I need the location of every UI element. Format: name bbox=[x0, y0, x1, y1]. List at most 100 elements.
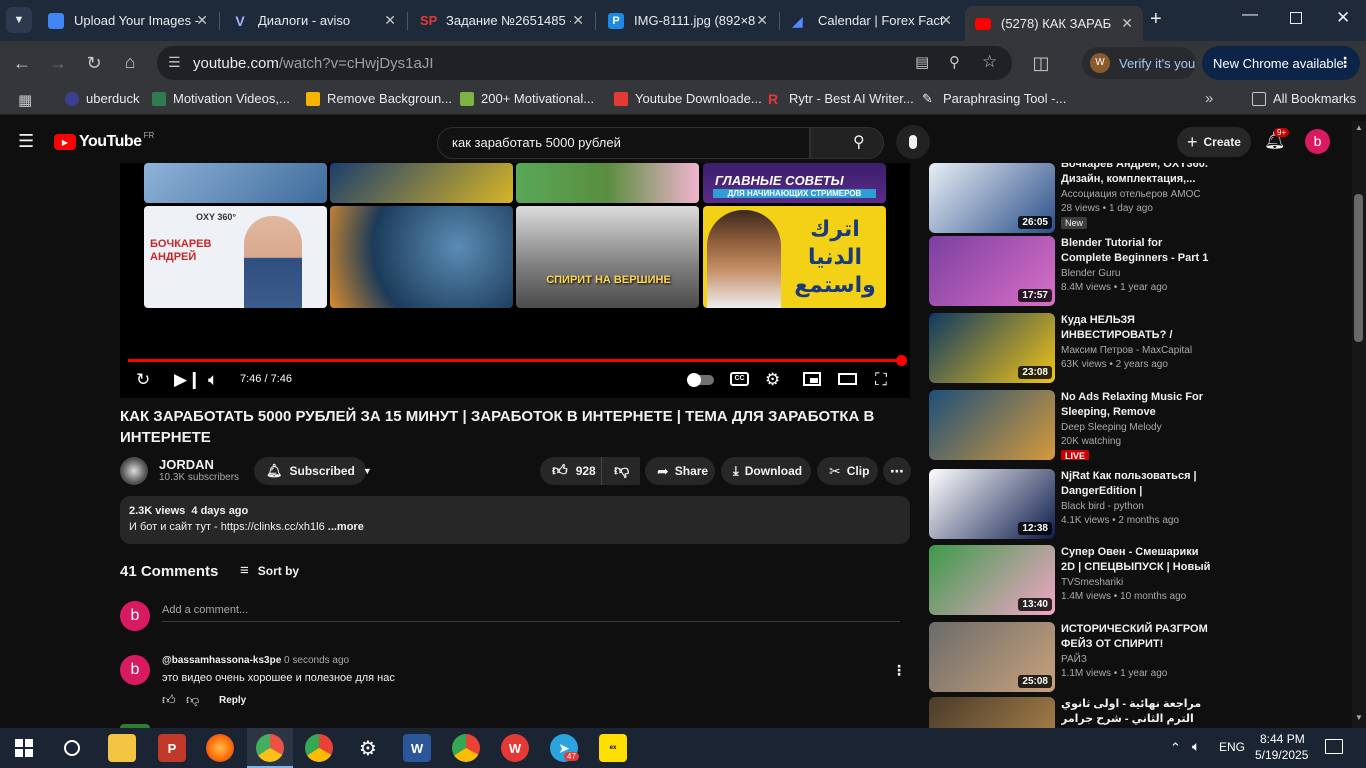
bookmark-remove-background[interactable]: Remove Backgroun... bbox=[306, 91, 452, 106]
chrome-icon[interactable] bbox=[305, 734, 333, 762]
recommended-channel[interactable]: Black bird - python bbox=[1061, 501, 1144, 512]
recommended-channel[interactable]: TVSmeshariki bbox=[1061, 577, 1123, 588]
file-explorer-icon[interactable] bbox=[108, 734, 136, 762]
recommended-video[interactable]: 13:40 Супер Овен - Смешарики 2D | СПЕЦВЫП… bbox=[929, 545, 1219, 615]
close-icon[interactable]: ✕ bbox=[196, 12, 208, 29]
fullscreen-icon[interactable]: ⛶ bbox=[875, 370, 887, 390]
bookmark-motivational[interactable]: 200+ Motivational... bbox=[460, 91, 594, 106]
address-bar[interactable]: ☰ youtube.com/watch?v=cHwjDys1aJI ▤ ⚲ ☆ bbox=[157, 46, 1012, 80]
recommended-video[interactable]: 25:08 ИСТОРИЧЕСКИЙ РАЗГРОМ ФЕЙЗ ОТ СПИРИТ… bbox=[929, 622, 1219, 692]
scrollbar-thumb[interactable] bbox=[1354, 194, 1363, 342]
search-button[interactable] bbox=[810, 127, 884, 159]
endscreen-thumb-spirit[interactable]: СПИРИТ НА ВЕРШИНЕ bbox=[516, 206, 699, 308]
close-icon[interactable]: ✕ bbox=[756, 12, 768, 29]
all-bookmarks-button[interactable]: All Bookmarks bbox=[1252, 91, 1356, 106]
more-actions-button[interactable]: ⋯ bbox=[883, 457, 911, 485]
share-button[interactable]: ➦ Share bbox=[645, 457, 715, 485]
url-text[interactable]: youtube.com/watch?v=cHwjDys1aJI bbox=[193, 55, 434, 72]
progress-scrubber[interactable] bbox=[896, 355, 907, 366]
recommended-channel[interactable]: РАЙЗ bbox=[1061, 654, 1087, 665]
language-indicator[interactable]: ENG bbox=[1219, 740, 1245, 754]
captions-icon[interactable]: CC bbox=[730, 372, 749, 386]
minimize-button[interactable]: — bbox=[1242, 6, 1258, 24]
recommended-thumbnail[interactable] bbox=[929, 697, 1055, 728]
scroll-up-icon[interactable]: ▲ bbox=[1355, 123, 1363, 132]
tab-youtube-active[interactable]: (5278) КАК ЗАРАБОТ ✕ bbox=[965, 6, 1143, 41]
recommended-video[interactable]: 12:38 NjRat Как пользоваться | DangerEdit… bbox=[929, 469, 1219, 539]
recommended-channel[interactable]: Deep Sleeping Melody bbox=[1061, 422, 1162, 433]
account-avatar[interactable]: b bbox=[1305, 129, 1330, 154]
recommended-video[interactable]: مراجعة نهائية - اولى ثانوي الترم الثاني … bbox=[929, 697, 1219, 728]
endscreen-thumb-tips[interactable]: ГЛАВНЫЕ СОВЕТЫ ДЛЯ НАЧИНАЮЩИХ СТРИМЕРОВ bbox=[703, 163, 886, 203]
comment-author[interactable]: @bassamhassona-ks3pe bbox=[162, 655, 281, 666]
notification-center-icon[interactable] bbox=[1325, 739, 1343, 754]
maximize-button[interactable] bbox=[1290, 12, 1302, 24]
notifications-button[interactable]: 🔔︎ 9+ bbox=[1264, 128, 1290, 151]
recommended-thumbnail[interactable]: 23:08 bbox=[929, 313, 1055, 383]
recommended-title[interactable]: Бочкарев Андрей, OXY360. Дизайн, комплек… bbox=[1061, 163, 1213, 187]
close-icon[interactable]: ✕ bbox=[1121, 15, 1133, 32]
recommended-video[interactable]: 26:05 Бочкарев Андрей, OXY360. Дизайн, ко… bbox=[929, 163, 1219, 233]
voice-search-button[interactable] bbox=[896, 125, 930, 159]
tab-aviso[interactable]: V Диалоги - aviso ✕ bbox=[222, 4, 406, 37]
endscreen-thumb-invest-top[interactable] bbox=[330, 163, 513, 203]
endscreen-thumb-sleep-music[interactable] bbox=[330, 206, 513, 308]
word-icon[interactable]: W bbox=[403, 734, 431, 762]
recommended-title[interactable]: NjRat Как пользоваться | DangerEdition |… bbox=[1061, 469, 1213, 499]
subscribed-button[interactable]: 🔔︎ Subscribed ▼ bbox=[254, 457, 372, 485]
miniplayer-icon[interactable] bbox=[803, 372, 821, 386]
windows-start-icon[interactable] bbox=[10, 734, 38, 762]
show-more-link[interactable]: ...more bbox=[328, 521, 364, 533]
reply-button[interactable]: Reply bbox=[219, 695, 246, 706]
dislike-button[interactable]: 👎︎ bbox=[601, 457, 640, 485]
bookmark-star-icon[interactable]: ☆ bbox=[982, 52, 997, 72]
theater-mode-icon[interactable] bbox=[838, 373, 857, 385]
endscreen-thumb-arabic[interactable]: اترك الدنيا واستمع bbox=[703, 206, 886, 308]
presentation-app-icon[interactable]: P bbox=[158, 734, 186, 762]
tab-upload-images[interactable]: Upload Your Images - ✕ bbox=[38, 4, 218, 37]
bookmark-uberduck[interactable]: uberduck bbox=[65, 91, 139, 106]
wps-office-icon[interactable]: W bbox=[501, 734, 529, 762]
tab-search-button[interactable]: ▼ bbox=[6, 7, 32, 33]
more-bookmarks-icon[interactable]: » bbox=[1205, 90, 1213, 107]
download-button[interactable]: ⤓ Download bbox=[721, 457, 811, 485]
recommended-title[interactable]: Куда НЕЛЬЗЯ ИНВЕСТИРОВАТЬ? / Ошибки,... bbox=[1061, 313, 1213, 343]
tab-img[interactable]: P IMG-8111.jpg (892×8 ✕ bbox=[598, 4, 778, 37]
description-box[interactable]: 2.3K views 4 days ago И бот и сайт тут -… bbox=[120, 496, 910, 544]
recommended-thumbnail[interactable]: 13:40 bbox=[929, 545, 1055, 615]
close-window-button[interactable]: ✕ bbox=[1336, 8, 1350, 28]
new-tab-button[interactable]: + bbox=[1150, 8, 1162, 31]
more-vert-icon[interactable]: ⋮ bbox=[892, 662, 906, 679]
progress-bar[interactable] bbox=[128, 359, 902, 362]
clock-time[interactable]: 8:44 PM bbox=[1260, 732, 1305, 746]
forward-button[interactable]: → bbox=[43, 48, 73, 78]
volume-icon[interactable]: 🔈︎ bbox=[208, 370, 218, 390]
close-icon[interactable]: ✕ bbox=[940, 12, 952, 29]
recommended-title[interactable]: Супер Овен - Смешарики 2D | СПЕЦВЫПУСК |… bbox=[1061, 545, 1213, 575]
tab-forex-calendar[interactable]: ◢ Calendar | Forex Fact ✕ bbox=[782, 4, 962, 37]
recommended-channel[interactable]: Ассоциация отельеров АМОС bbox=[1061, 189, 1201, 200]
recommended-title[interactable]: Blender Tutorial for Complete Beginners … bbox=[1061, 236, 1213, 266]
next-video-icon[interactable]: ▶❙ bbox=[174, 370, 201, 390]
tray-chevron-up-icon[interactable]: ⌃ bbox=[1170, 740, 1181, 756]
recommended-title[interactable]: مراجعة نهائية - اولى ثانوي الترم الثاني … bbox=[1061, 697, 1213, 727]
close-icon[interactable]: ✕ bbox=[572, 12, 584, 29]
recommended-video[interactable]: No Ads Relaxing Music For Sleeping, Remo… bbox=[929, 390, 1219, 460]
endscreen-thumb-smeshariki-top[interactable] bbox=[516, 163, 699, 203]
exness-icon[interactable]: ex bbox=[599, 734, 627, 762]
recommended-title[interactable]: No Ads Relaxing Music For Sleeping, Remo… bbox=[1061, 390, 1213, 420]
recommended-thumbnail[interactable]: 17:57 bbox=[929, 236, 1055, 306]
firefox-icon[interactable] bbox=[206, 734, 234, 762]
recommended-video[interactable]: 17:57 Blender Tutorial for Complete Begin… bbox=[929, 236, 1219, 306]
bookmark-youtube-downloader[interactable]: Youtube Downloade... bbox=[614, 91, 762, 106]
endscreen-thumb-sleep-top[interactable] bbox=[144, 163, 327, 203]
settings-gear-icon[interactable]: ⚙ bbox=[765, 370, 780, 390]
verify-profile-button[interactable]: W Verify it's you bbox=[1082, 47, 1196, 79]
comment-avatar[interactable]: b bbox=[120, 655, 150, 685]
tab-task[interactable]: SP Задание №2651485 - ✕ bbox=[410, 4, 594, 37]
channel-name[interactable]: JORDAN bbox=[159, 457, 214, 472]
recommended-video[interactable]: 23:08 Куда НЕЛЬЗЯ ИНВЕСТИРОВАТЬ? / Ошибки… bbox=[929, 313, 1219, 383]
add-comment-input[interactable]: Add a comment... bbox=[162, 600, 900, 622]
scroll-down-icon[interactable]: ▼ bbox=[1355, 713, 1363, 722]
comment-time[interactable]: 0 seconds ago bbox=[284, 655, 349, 666]
